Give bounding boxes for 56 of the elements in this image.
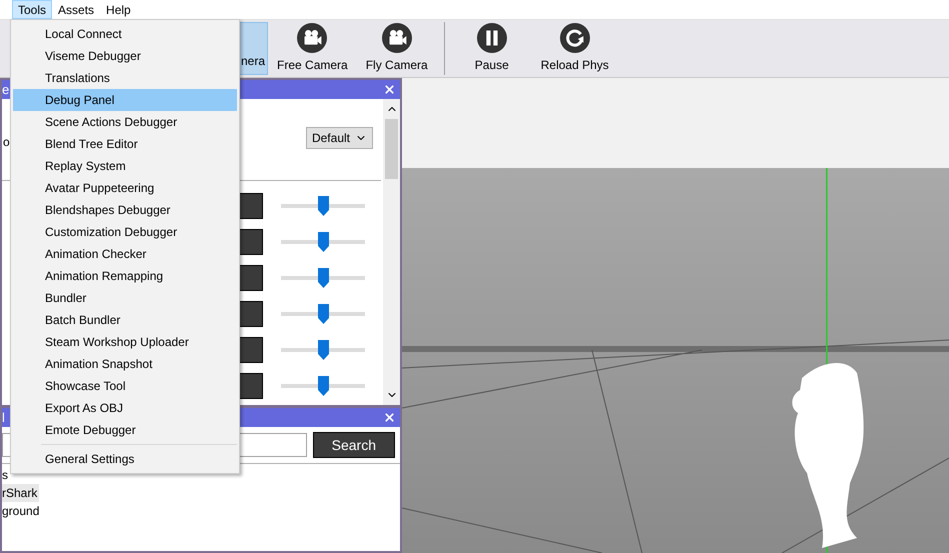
close-icon[interactable] [383, 83, 396, 96]
slider[interactable] [281, 196, 365, 216]
video-camera-icon [380, 23, 413, 53]
toolbar-button[interactable]: Pause [452, 22, 532, 75]
list-item[interactable]: rShark [2, 484, 40, 502]
menu-option[interactable]: Scene Actions Debugger [13, 111, 237, 133]
toolbar-button[interactable]: nera [240, 22, 268, 75]
menu-option[interactable]: Showcase Tool [13, 375, 237, 397]
toolbar-button[interactable]: Fly Camera [356, 22, 437, 75]
pause-icon [476, 23, 508, 53]
menu-option[interactable]: Debug Panel [13, 89, 237, 111]
search-button[interactable]: Search [312, 432, 395, 458]
menu-item[interactable]: Help [100, 0, 137, 19]
panel-title: l [2, 408, 5, 427]
slider[interactable] [281, 268, 365, 288]
reload-icon [558, 23, 591, 53]
toolbar-button[interactable]: Free Camera [268, 22, 357, 75]
menu-option[interactable]: Blendshapes Debugger [13, 199, 237, 221]
menu-option[interactable]: Steam Workshop Uploader [13, 331, 237, 353]
toolbar-button[interactable]: Reload Phys [532, 22, 618, 75]
slider-thumb[interactable] [318, 268, 329, 288]
menu-option[interactable]: General Settings [13, 448, 237, 470]
slider-thumb[interactable] [318, 376, 329, 396]
menu-option[interactable]: Customization Debugger [13, 221, 237, 243]
slider[interactable] [281, 340, 365, 360]
preset-dropdown[interactable]: Default [306, 127, 373, 149]
slider[interactable] [281, 304, 365, 324]
menu-option[interactable]: Blend Tree Editor [13, 133, 237, 155]
menu-option[interactable]: Viseme Debugger [13, 45, 237, 67]
menu-option[interactable]: Replay System [13, 155, 237, 177]
close-icon[interactable] [383, 411, 396, 424]
slider[interactable] [281, 232, 365, 252]
panel-title: e [2, 80, 10, 99]
video-camera-icon [296, 23, 328, 53]
menu-option[interactable]: Avatar Puppeteering [13, 177, 237, 199]
side-text: o [3, 134, 10, 151]
scrollbar[interactable] [383, 99, 400, 405]
slider-thumb[interactable] [318, 196, 329, 216]
menu-item[interactable]: Assets [52, 0, 100, 19]
menu-option[interactable]: Emote Debugger [13, 419, 237, 441]
list-item[interactable]: s [2, 466, 10, 484]
scrollbar-thumb[interactable] [385, 119, 398, 179]
menu-option[interactable]: Animation Snapshot [13, 353, 237, 375]
menu-option[interactable]: Animation Remapping [13, 265, 237, 287]
menu-option[interactable]: Bundler [13, 287, 237, 309]
menu-item[interactable]: Tools [12, 0, 52, 19]
menu-option[interactable]: Local Connect [13, 23, 237, 45]
menu-option[interactable]: Batch Bundler [13, 309, 237, 331]
menu-option[interactable]: Animation Checker [13, 243, 237, 265]
slider-thumb[interactable] [318, 304, 329, 324]
menu-option[interactable]: Translations [13, 67, 237, 89]
slider-thumb[interactable] [318, 340, 329, 360]
list-item[interactable]: ground [2, 502, 42, 520]
menu-option[interactable]: Export As OBJ [13, 397, 237, 419]
slider-thumb[interactable] [318, 232, 329, 252]
slider[interactable] [281, 376, 365, 396]
